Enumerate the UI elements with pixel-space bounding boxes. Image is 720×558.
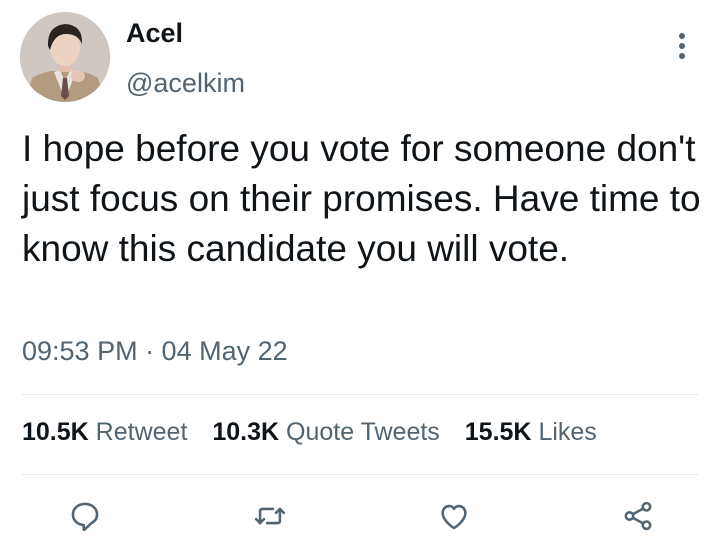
likes-label: Likes xyxy=(538,418,597,446)
avatar-photo xyxy=(20,12,110,102)
divider-bottom xyxy=(22,474,698,475)
tweet-timestamp[interactable]: 09:53 PM · 04 May 22 xyxy=(22,336,288,367)
quote-tweets-label: Quote Tweets xyxy=(286,418,440,446)
retweet-button[interactable] xyxy=(252,498,288,534)
reply-button[interactable] xyxy=(67,498,103,534)
avatar[interactable] xyxy=(20,12,110,102)
user-handle[interactable]: @acelkim xyxy=(126,68,245,99)
share-icon xyxy=(624,501,652,531)
quote-tweets-stat[interactable]: 10.3K Quote Tweets xyxy=(212,418,446,446)
retweets-stat[interactable]: 10.5K Retweet xyxy=(22,418,194,446)
tweet-text: I hope before you vote for someone don't… xyxy=(22,128,711,269)
quote-tweets-count: 10.3K xyxy=(212,418,280,446)
retweets-label: Retweet xyxy=(95,418,188,446)
like-icon xyxy=(441,504,467,530)
likes-count: 15.5K xyxy=(464,418,532,446)
share-button[interactable] xyxy=(620,498,656,534)
like-button[interactable] xyxy=(436,498,472,534)
retweets-count: 10.5K xyxy=(22,418,89,446)
reply-icon xyxy=(71,502,99,532)
tweet-stats: 10.5K Retweet 10.3K Quote Tweets 15.5K L… xyxy=(22,418,615,447)
retweet-icon xyxy=(254,507,286,525)
display-name[interactable]: Acel xyxy=(126,18,183,49)
more-options-icon[interactable] xyxy=(676,31,688,61)
divider-top xyxy=(22,394,698,395)
likes-stat[interactable]: 15.5K Likes xyxy=(465,418,597,446)
